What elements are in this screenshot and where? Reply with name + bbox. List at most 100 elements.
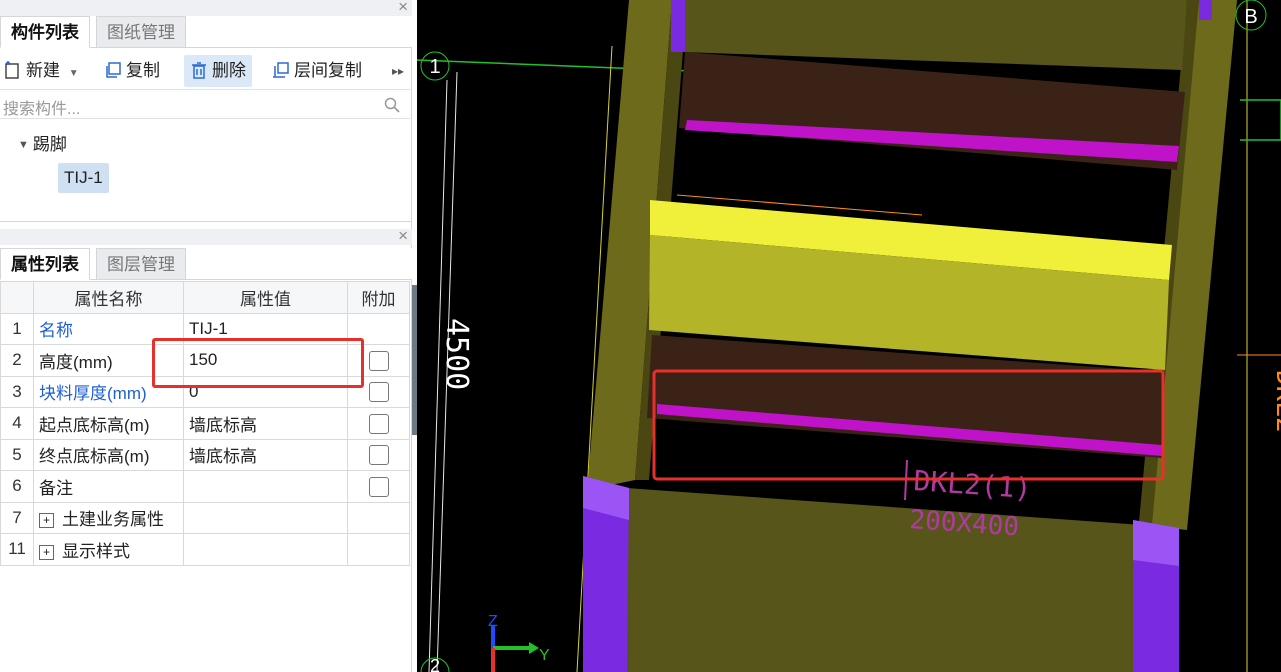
property-name: 名称 [33, 312, 184, 345]
table-row[interactable]: 6 备注 [0, 470, 410, 503]
delete-label: 删除 [212, 61, 246, 80]
column-header-name: 属性名称 [33, 281, 184, 314]
table-row[interactable]: 2 高度(mm) 150 [0, 344, 410, 377]
tab-component-list[interactable]: 构件列表 [0, 16, 90, 48]
close-icon[interactable]: × [398, 0, 408, 17]
axis-label-2: 2 [430, 656, 440, 672]
property-name: 块料厚度(mm) [33, 375, 184, 408]
row-number: 5 [0, 438, 34, 471]
column-top-left [671, 0, 685, 52]
table-row[interactable]: 4 起点底标高(m) 墙底标高 [0, 407, 410, 440]
property-group-label: 显示样式 [62, 541, 130, 561]
table-row[interactable]: 1 名称 TIJ-1 [0, 312, 410, 345]
column-header-num [0, 281, 34, 314]
table-row[interactable]: 11 + 显示样式 [0, 533, 410, 566]
caret-down-icon[interactable]: ▼ [18, 139, 29, 151]
search-icon[interactable] [384, 97, 400, 113]
3d-viewport[interactable]: 1 B 4500 DKL2(1) 200X400 DKL2 Z Y 2 [417, 0, 1281, 672]
chevron-down-icon[interactable]: ▼ [69, 68, 79, 79]
table-row[interactable]: 3 块料厚度(mm) 0 [0, 375, 410, 408]
property-name: 备注 [33, 470, 184, 503]
component-tabs: 构件列表 图纸管理 [0, 16, 412, 48]
property-table: 属性名称 属性值 附加 1 名称 TIJ-1 2 高度(mm) 150 3 块料… [0, 281, 410, 566]
property-group[interactable]: + 显示样式 [33, 533, 184, 566]
column-bottom-right-top [1133, 520, 1179, 566]
property-extra [347, 501, 410, 534]
table-row[interactable]: 5 终点底标高(m) 墙底标高 [0, 438, 410, 471]
copy-button[interactable]: 复制 [104, 55, 160, 87]
column-header-extra: 附加 [347, 281, 410, 314]
row-number: 1 [0, 312, 34, 345]
row-number: 2 [0, 344, 34, 377]
tab-property-list[interactable]: 属性列表 [0, 248, 90, 280]
property-name: 高度(mm) [33, 344, 184, 377]
tab-layer-management[interactable]: 图层管理 [96, 248, 186, 280]
tree-group-label: 踢脚 [32, 135, 67, 154]
left-panel: × 构件列表 图纸管理 新建 ▼ 复制 删除 层间复制 ▸▸ 搜索构件... ▼… [0, 0, 412, 672]
axis-label-1: 1 [429, 56, 440, 78]
property-group-label: 土建业务属性 [62, 510, 164, 530]
property-panel-header: × [0, 226, 412, 246]
axis-y-label: Y [539, 647, 550, 664]
close-icon[interactable]: × [398, 226, 408, 246]
wall-bottom [627, 488, 1142, 672]
new-file-icon [5, 61, 19, 79]
property-value[interactable]: 0 [183, 375, 348, 408]
property-value[interactable]: 墙底标高 [183, 438, 348, 471]
property-extra [347, 438, 410, 471]
property-extra [347, 375, 410, 408]
property-value[interactable]: 150 [183, 344, 348, 377]
property-name: 终点底标高(m) [33, 438, 184, 471]
trash-icon [192, 62, 206, 79]
property-extra [347, 407, 410, 440]
column-header-value: 属性值 [183, 281, 348, 314]
add-checkbox[interactable] [368, 382, 389, 402]
component-toolbar: 新建 ▼ 复制 删除 层间复制 ▸▸ [0, 52, 412, 90]
component-search[interactable]: 搜索构件... [0, 91, 410, 119]
property-value[interactable] [183, 470, 348, 503]
add-checkbox[interactable] [368, 445, 389, 465]
table-header-row: 属性名称 属性值 附加 [0, 281, 410, 314]
row-number: 4 [0, 407, 34, 440]
axis-z-label: Z [488, 613, 498, 630]
row-number: 6 [0, 470, 34, 503]
property-extra [347, 344, 410, 377]
property-value[interactable]: 墙底标高 [183, 407, 348, 440]
table-row[interactable]: 7 + 土建业务属性 [0, 501, 410, 534]
row-number: 3 [0, 375, 34, 408]
tree-item-tij-1[interactable]: TIJ-1 [58, 163, 109, 193]
add-checkbox[interactable] [368, 350, 389, 371]
delete-button[interactable]: 删除 [184, 55, 252, 87]
y-axis-arrowhead [529, 642, 539, 654]
more-tools-icon[interactable]: ▸▸ [392, 55, 404, 87]
floor-copy-button[interactable]: 层间复制 [272, 55, 362, 87]
row-number: 11 [0, 533, 34, 566]
new-label: 新建 [26, 61, 60, 80]
expand-icon[interactable]: + [39, 544, 54, 560]
grid-line [1240, 99, 1281, 141]
3d-scene[interactable]: 1 B 4500 DKL2(1) 200X400 DKL2 Z Y 2 [417, 0, 1281, 672]
property-extra [347, 470, 410, 503]
expand-icon[interactable]: + [39, 513, 54, 529]
add-checkbox[interactable] [368, 476, 389, 497]
search-input[interactable]: 搜索构件... [3, 95, 80, 119]
property-name: 起点底标高(m) [33, 407, 184, 440]
tree-group-skirting[interactable]: ▼ 踢脚 [18, 130, 67, 155]
column-top-right [1199, 0, 1212, 20]
property-extra [347, 312, 410, 345]
right-label: DKL2 [1270, 370, 1281, 433]
property-group[interactable]: + 土建业务属性 [33, 501, 184, 534]
row-number: 7 [0, 501, 34, 534]
tab-drawing-management[interactable]: 图纸管理 [96, 16, 186, 48]
property-value[interactable]: TIJ-1 [183, 312, 348, 345]
dimension-text: 4500 [439, 318, 474, 390]
component-panel-header: × [0, 0, 412, 16]
new-button[interactable]: 新建 ▼ [4, 55, 79, 87]
add-checkbox[interactable] [368, 413, 389, 434]
beam-label: DKL2(1) [913, 464, 1033, 505]
floor-copy-label: 层间复制 [294, 61, 362, 80]
property-value [183, 501, 348, 534]
axis-label-b: B [1244, 6, 1257, 28]
property-value [183, 533, 348, 566]
divider [0, 221, 412, 222]
